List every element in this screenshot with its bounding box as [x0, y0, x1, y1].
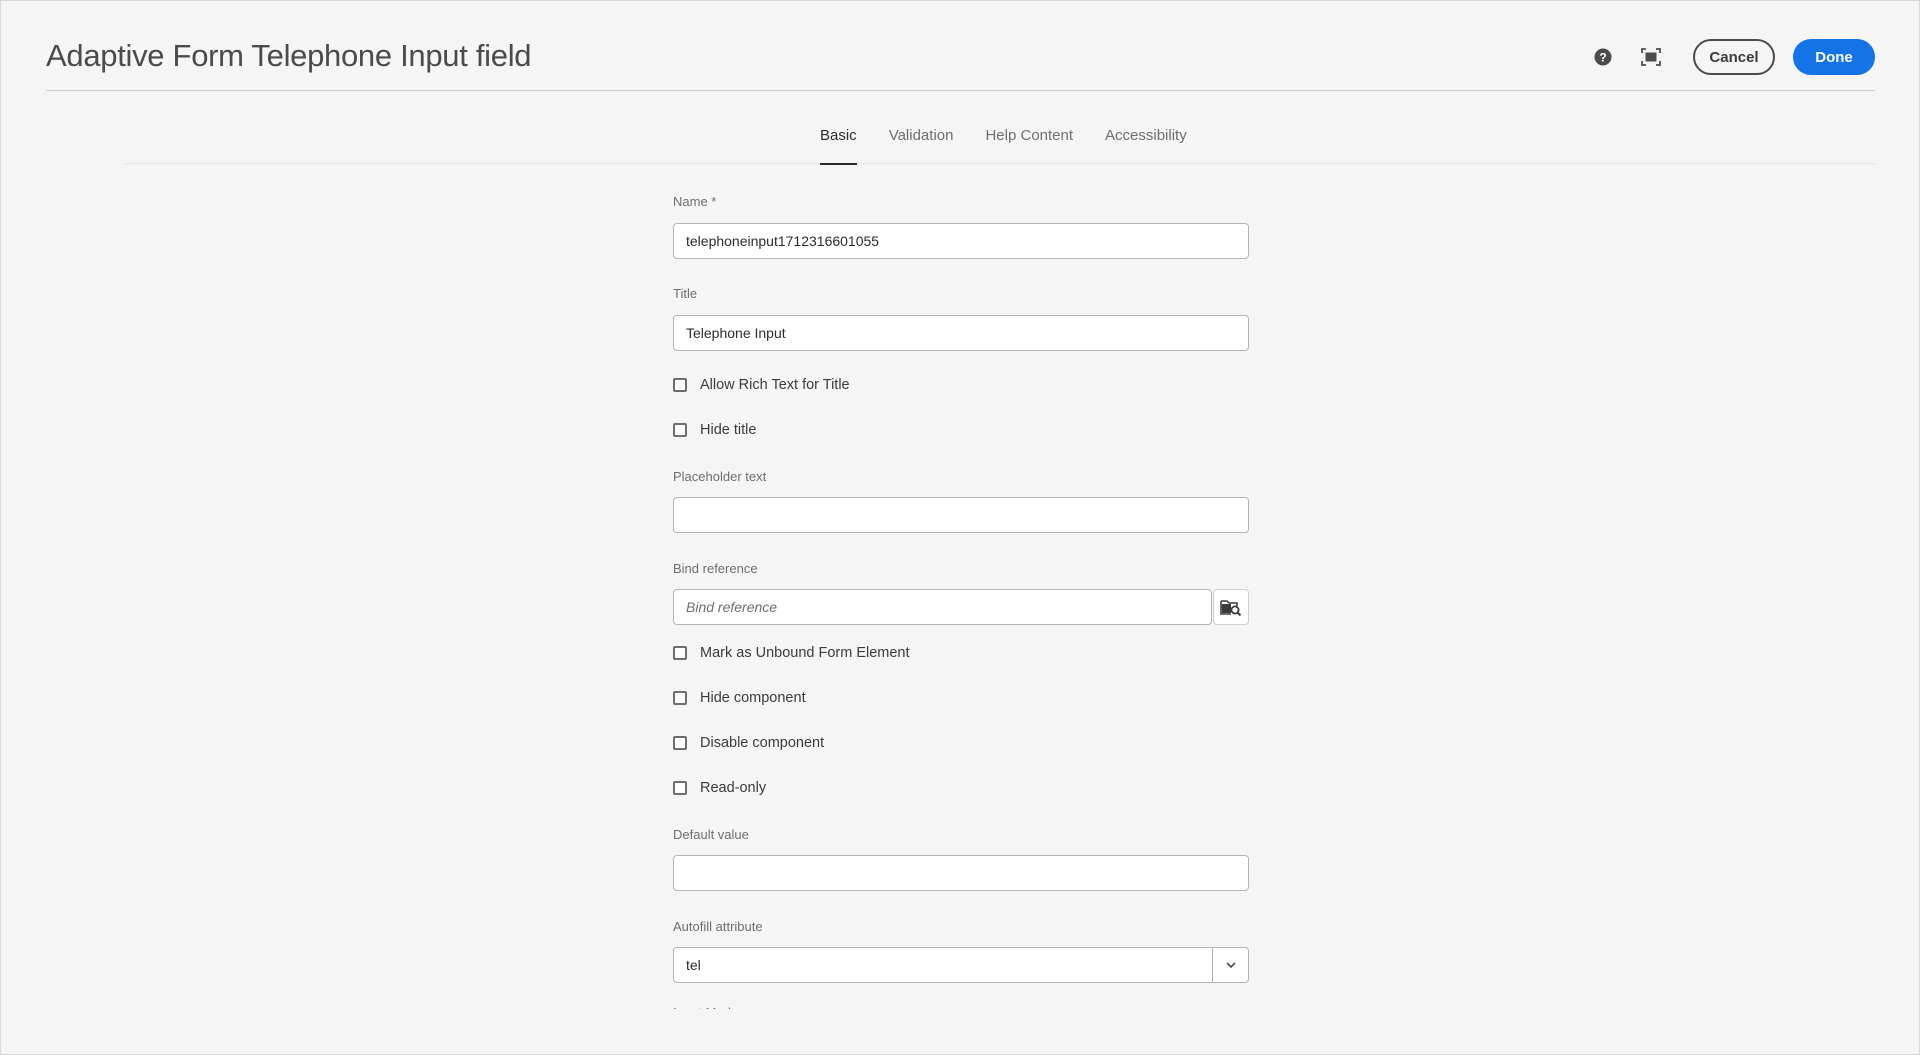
folder-search-icon [1220, 600, 1242, 616]
bind-reference-input[interactable] [673, 589, 1212, 625]
svg-text:?: ? [1599, 51, 1606, 65]
mark-unbound-checkbox[interactable]: Mark as Unbound Form Element [673, 643, 910, 663]
read-only-checkbox[interactable]: Read-only [673, 778, 766, 798]
checkbox-box[interactable] [673, 781, 687, 795]
name-input[interactable] [673, 223, 1249, 259]
checkbox-box[interactable] [673, 378, 687, 392]
help-button[interactable]: ? [1589, 43, 1617, 71]
bind-reference-browse-button[interactable] [1213, 589, 1249, 625]
bind-reference-label: Bind reference [673, 561, 758, 576]
select-toggle[interactable] [1212, 948, 1248, 982]
dialog-footer-area [1, 1009, 1919, 1054]
checkbox-box[interactable] [673, 423, 687, 437]
dialog-title: Adaptive Form Telephone Input field [46, 38, 532, 73]
placeholder-text-label: Placeholder text [673, 469, 767, 484]
tab-help-content[interactable]: Help Content [985, 119, 1073, 164]
autofill-attribute-label: Autofill attribute [673, 919, 763, 934]
name-label: Name * [673, 194, 717, 209]
allow-rich-text-checkbox[interactable]: Allow Rich Text for Title [673, 375, 850, 395]
autofill-attribute-value: tel [686, 957, 701, 973]
cancel-button[interactable]: Cancel [1693, 39, 1775, 75]
title-label: Title [673, 286, 698, 301]
tab-list: Basic Validation Help Content Accessibil… [820, 119, 1219, 165]
read-only-label: Read-only [700, 780, 767, 796]
fullscreen-icon [1641, 48, 1661, 66]
checkbox-box[interactable] [673, 736, 687, 750]
dialog-header: Adaptive Form Telephone Input field ? Ca… [46, 1, 1875, 91]
tab-accessibility[interactable]: Accessibility [1105, 119, 1187, 164]
allow-rich-text-label: Allow Rich Text for Title [700, 377, 850, 393]
tab-validation[interactable]: Validation [889, 119, 954, 164]
disable-component-checkbox[interactable]: Disable component [673, 733, 824, 753]
mark-unbound-label: Mark as Unbound Form Element [700, 645, 910, 661]
default-value-label: Default value [673, 827, 749, 842]
tab-basic[interactable]: Basic [820, 119, 857, 165]
fullscreen-button[interactable] [1637, 43, 1665, 71]
default-value-input[interactable] [673, 855, 1249, 891]
checkbox-box[interactable] [673, 691, 687, 705]
autofill-attribute-select[interactable]: tel [673, 947, 1249, 983]
hide-component-label: Hide component [700, 690, 806, 706]
header-actions: ? Cancel Done [1589, 39, 1875, 75]
tab-bar: Basic Validation Help Content Accessibil… [125, 119, 1875, 165]
hide-title-label: Hide title [700, 422, 757, 438]
chevron-down-icon [1225, 962, 1236, 968]
hide-title-checkbox[interactable]: Hide title [673, 420, 756, 440]
disable-component-label: Disable component [700, 735, 825, 751]
hide-component-checkbox[interactable]: Hide component [673, 688, 806, 708]
dialog: Adaptive Form Telephone Input field ? Ca… [0, 0, 1920, 1055]
checkbox-box[interactable] [673, 646, 687, 660]
placeholder-text-input[interactable] [673, 497, 1249, 533]
done-button[interactable]: Done [1793, 39, 1875, 75]
help-circle-icon: ? [1594, 48, 1612, 66]
title-input[interactable] [673, 315, 1249, 351]
